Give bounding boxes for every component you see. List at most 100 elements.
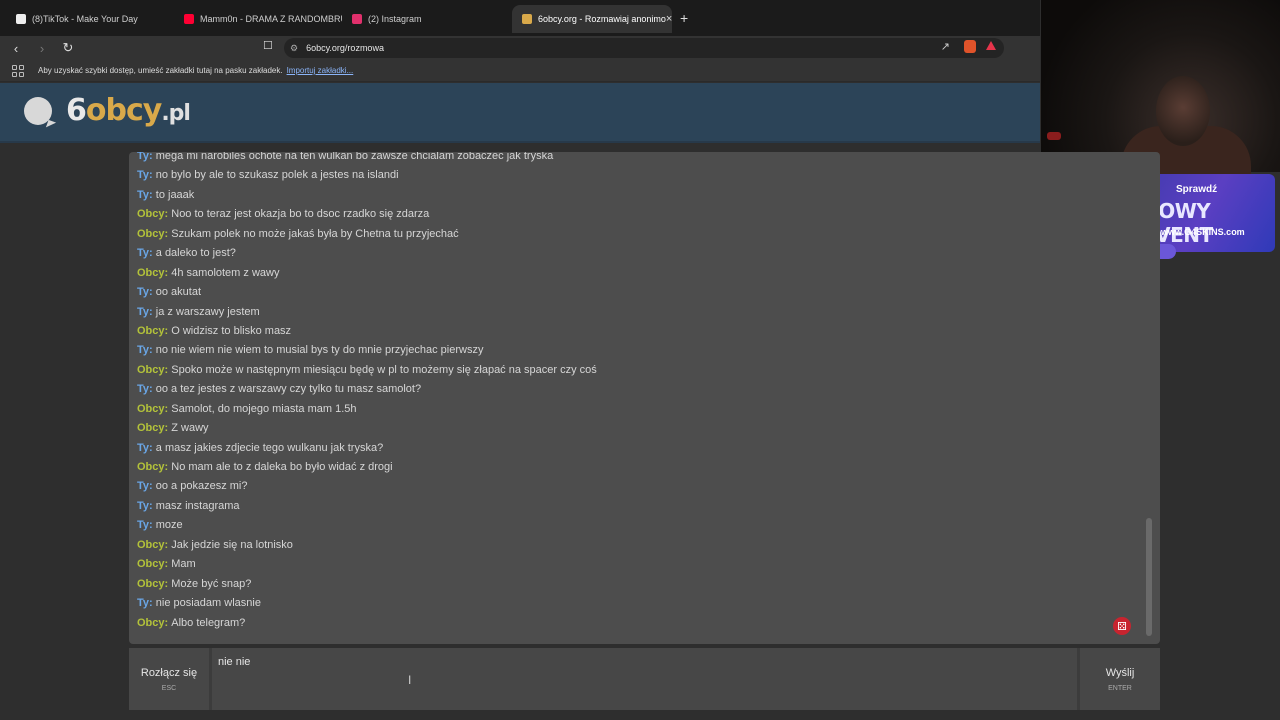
tiktok-icon xyxy=(16,14,26,24)
site-info-icon[interactable]: ⚙ xyxy=(290,43,298,54)
chat-message: Obcy: Może być snap? xyxy=(137,575,1137,594)
message-separator: : xyxy=(149,286,156,299)
bookmark-icon[interactable]: ☐ xyxy=(263,39,273,52)
chat-message: Ty: no bylo by ale to szukasz polek a je… xyxy=(137,166,1137,185)
message-text: a masz jakies zdjecie tego wulkanu jak t… xyxy=(155,441,384,454)
message-text: to jaaak xyxy=(155,188,195,201)
chat-message: Ty: to jaaak xyxy=(137,186,1137,205)
chat-message: Obcy: Szukam polek no może jakaś była by… xyxy=(137,225,1137,244)
url-text: 6obcy.org/rozmowa xyxy=(306,43,384,53)
browser-tab[interactable]: (2) Instagram xyxy=(342,5,510,33)
message-author: Obcy xyxy=(137,538,165,551)
message-text: masz instagrama xyxy=(155,499,240,512)
message-author: Ty xyxy=(137,519,150,532)
message-text: oo akutat xyxy=(155,286,202,299)
message-text: O widzisz to blisko masz xyxy=(171,324,292,337)
scrollbar-thumb[interactable] xyxy=(1146,518,1152,636)
logo-text: 6obcy.pl xyxy=(66,93,191,128)
message-author: Obcy xyxy=(137,461,165,473)
site-header: 6obcy.pl xyxy=(0,83,1040,143)
apps-grid-icon[interactable] xyxy=(12,64,24,77)
url-bar[interactable]: ⚙ 6obcy.org/rozmowa xyxy=(284,38,1004,58)
share-icon[interactable]: ↗ xyxy=(941,40,950,53)
site-logo[interactable]: 6obcy.pl xyxy=(24,93,191,128)
webcam-light xyxy=(1047,132,1061,140)
chat-message: Obcy: Samolot, do mojego miasta mam 1.5h xyxy=(137,400,1137,419)
message-separator: : xyxy=(149,247,156,260)
chat-message: Ty: a daleko to jest? xyxy=(137,244,1137,263)
chat-message: Ty: oo a pokazesz mi? xyxy=(137,477,1137,496)
message-separator: : xyxy=(149,441,156,454)
bookmarks-hint: Aby uzyskać szybki dostęp, umieść zakład… xyxy=(38,66,283,75)
message-author: Ty xyxy=(137,597,150,610)
reload-icon[interactable]: ↻ xyxy=(58,40,78,56)
chat-message: Obcy: Noo to teraz jest okazja bo to dso… xyxy=(137,205,1137,224)
chat-message: Obcy: Albo telegram? xyxy=(137,614,1137,633)
message-separator: : xyxy=(149,499,156,512)
browser-tab[interactable]: Mamm0n - DRAMA Z RANDOMBRUS xyxy=(174,5,342,33)
browser-tab[interactable]: 6obcy.org - Rozmawiaj anonimo × xyxy=(512,5,672,33)
message-author: Ty xyxy=(137,499,150,512)
message-list: Ty: mega mi narobiles ochote na ten wulk… xyxy=(137,152,1137,633)
message-author: Obcy xyxy=(137,402,165,415)
dice-icon[interactable]: ⚄ xyxy=(1113,617,1131,635)
6obcy-icon xyxy=(522,14,532,24)
brave-shields-icon[interactable] xyxy=(964,40,976,53)
brave-rewards-icon[interactable] xyxy=(986,41,996,50)
message-input-value: nie nie xyxy=(218,656,251,668)
message-text: mega mi narobiles ochote na ten wulkan b… xyxy=(155,152,554,162)
import-bookmarks-link[interactable]: Importuj zakładki... xyxy=(287,66,354,75)
disconnect-button[interactable]: Rozłącz się ESC xyxy=(129,648,209,710)
message-author: Ty xyxy=(137,305,150,318)
disconnect-hint: ESC xyxy=(161,684,177,692)
browser-tab[interactable]: (8)TikTok - Make Your Day xyxy=(6,5,174,33)
message-author: Obcy xyxy=(137,227,165,240)
message-author: Ty xyxy=(137,188,150,201)
message-separator: : xyxy=(149,383,156,396)
message-text: Z wawy xyxy=(171,422,209,435)
chat-message: Ty: masz instagrama xyxy=(137,497,1137,516)
forward-icon[interactable]: › xyxy=(32,41,52,56)
message-author: Ty xyxy=(137,344,150,357)
message-separator: : xyxy=(149,188,156,201)
chat-log[interactable]: Ty: mega mi narobiles ochote na ten wulk… xyxy=(129,152,1160,644)
tab-label: (8)TikTok - Make Your Day xyxy=(32,14,138,24)
message-author: Obcy xyxy=(137,208,165,221)
message-text: 4h samolotem z wawy xyxy=(171,266,280,279)
chat-message: Ty: mega mi narobiles ochote na ten wulk… xyxy=(137,152,1137,166)
message-separator: : xyxy=(149,344,156,357)
message-author: Obcy xyxy=(137,266,165,279)
message-text: Szukam polek no może jakaś była by Chetn… xyxy=(171,227,459,240)
chat-message: Ty: ja z warszawy jestem xyxy=(137,303,1137,322)
promo-line2: NOWY EVENT xyxy=(1142,199,1213,247)
chat-bubble-icon xyxy=(24,96,52,125)
bookmarks-bar: Aby uzyskać szybki dostęp, umieść zakład… xyxy=(0,60,1040,82)
youtube-icon xyxy=(184,14,194,24)
back-icon[interactable]: ‹ xyxy=(6,41,26,56)
message-separator: : xyxy=(149,597,156,610)
message-author: Ty xyxy=(137,169,150,182)
send-button[interactable]: Wyślij ENTER xyxy=(1080,648,1160,710)
message-text: Spoko może w następnym miesiącu będę w p… xyxy=(171,363,597,376)
input-area: Rozłącz się ESC nie nie I Wyślij ENTER xyxy=(129,648,1160,710)
message-author: Obcy xyxy=(137,616,165,629)
message-text: Jak jedzie się na lotnisko xyxy=(171,538,293,551)
send-label: Wyślij xyxy=(1105,666,1135,679)
message-text: Noo to teraz jest okazja bo to dsoc rzad… xyxy=(171,208,430,221)
tab-label: (2) Instagram xyxy=(368,14,422,24)
promo-line1: Sprawdź xyxy=(1176,184,1218,195)
chat-message: Ty: a masz jakies zdjecie tego wulkanu j… xyxy=(137,439,1137,458)
text-cursor-icon: I xyxy=(408,673,412,687)
chat-message: Obcy: Jak jedzie się na lotnisko xyxy=(137,536,1137,555)
message-input[interactable]: nie nie I xyxy=(212,648,1077,710)
disconnect-label: Rozłącz się xyxy=(140,666,198,679)
message-text: moze xyxy=(155,519,183,532)
close-tab-icon[interactable]: × xyxy=(666,13,672,25)
message-separator: : xyxy=(149,480,156,493)
chat-message: Ty: moze xyxy=(137,516,1137,535)
message-text: a daleko to jest? xyxy=(155,247,236,260)
chat-message: Obcy: 4h samolotem z wawy xyxy=(137,264,1137,283)
message-text: Może być snap? xyxy=(171,577,252,590)
browser-tab-bar: (8)TikTok - Make Your Day Mamm0n - DRAMA … xyxy=(0,0,1040,36)
new-tab-button[interactable]: + xyxy=(680,10,688,26)
